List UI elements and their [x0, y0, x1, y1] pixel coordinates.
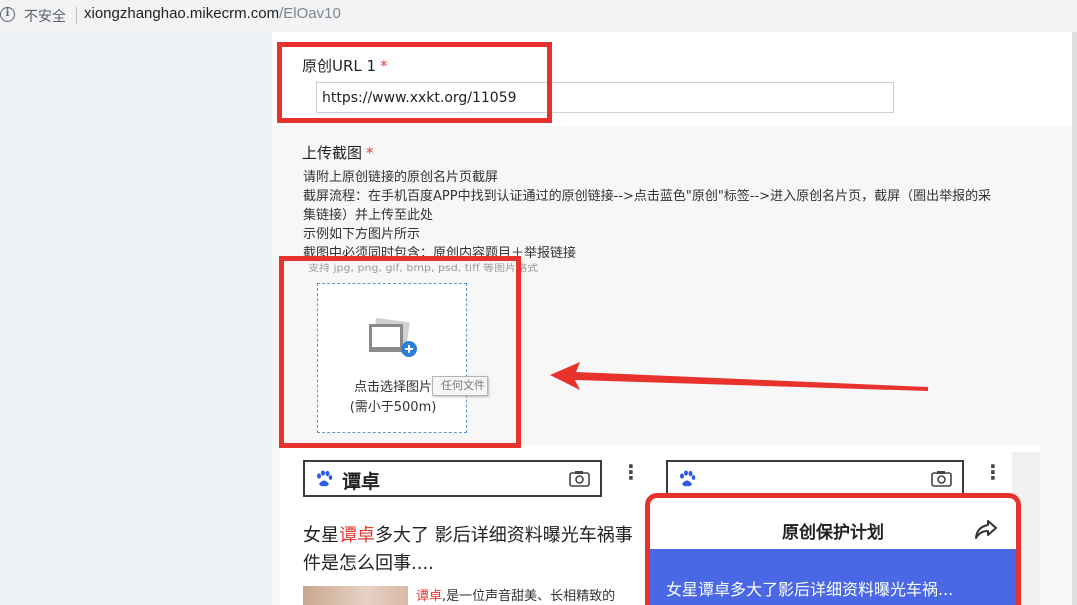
more-icon: ⋮	[621, 462, 641, 482]
snippet-rest: ,是一位声音甜美、长相精致的	[442, 589, 616, 604]
red-arrow-icon	[550, 362, 928, 391]
address-bar[interactable]: i 不安全 xiongzhanghao.mikecrm.com/ElOav10	[0, 0, 1077, 32]
card-blue-banner: 女星谭卓多大了影后详细资料曝光车祸...	[650, 549, 1016, 605]
title-highlight: 谭卓	[339, 525, 375, 546]
url-path: /ElOav10	[279, 5, 341, 22]
url-text[interactable]: xiongzhanghao.mikecrm.com/ElOav10	[84, 5, 341, 22]
url-highlight-box	[277, 42, 552, 123]
baidu-paw-icon	[680, 470, 696, 487]
original-protection-card: 原创保护计划 女星谭卓多大了影后详细资料曝光车祸...	[645, 493, 1021, 605]
sample-article-title: 女星谭卓多大了 影后详细资料曝光车祸事件是怎么回事....	[303, 522, 633, 578]
upload-description-line: 示例如下方图片所示	[303, 227, 421, 242]
required-mark: *	[366, 144, 374, 162]
upload-field-label: 上传截图 *	[302, 142, 374, 163]
snippet-highlight: 谭卓	[416, 589, 443, 604]
upload-description-line: 集链接）并上传至此处	[303, 208, 434, 223]
more-icon: ⋮	[983, 462, 1003, 482]
left-margin	[0, 32, 272, 605]
camera-icon	[569, 471, 590, 487]
share-icon	[975, 520, 997, 539]
upload-description-line: 请附上原创链接的原创名片页截屏	[303, 170, 499, 185]
info-icon[interactable]: i	[0, 7, 15, 22]
sample-search-bar: 谭卓	[303, 460, 602, 497]
sample-thumbnail	[303, 586, 408, 605]
upload-field-label-text: 上传截图	[302, 144, 363, 162]
sample-search-query: 谭卓	[342, 471, 381, 493]
address-divider	[76, 7, 77, 24]
scrollbar[interactable]	[1072, 32, 1077, 605]
card-article-title: 女星谭卓多大了影后详细资料曝光车祸...	[666, 580, 954, 599]
upload-highlight-box	[279, 256, 521, 448]
camera-icon	[931, 471, 952, 487]
security-label[interactable]: 不安全	[24, 6, 66, 26]
url-host: xiongzhanghao.mikecrm.com	[84, 5, 280, 22]
upload-description-line: 截屏流程：在手机百度APP中找到认证通过的原创链接-->点击蓝色"原创"标签--…	[303, 189, 992, 204]
sample-search-bar	[666, 460, 964, 497]
sample-snippet: 谭卓,是一位声音甜美、长相精致的	[416, 585, 615, 604]
baidu-paw-icon	[317, 470, 333, 487]
card-title: 原创保护计划	[782, 523, 884, 543]
title-prefix: 女星	[303, 525, 339, 546]
